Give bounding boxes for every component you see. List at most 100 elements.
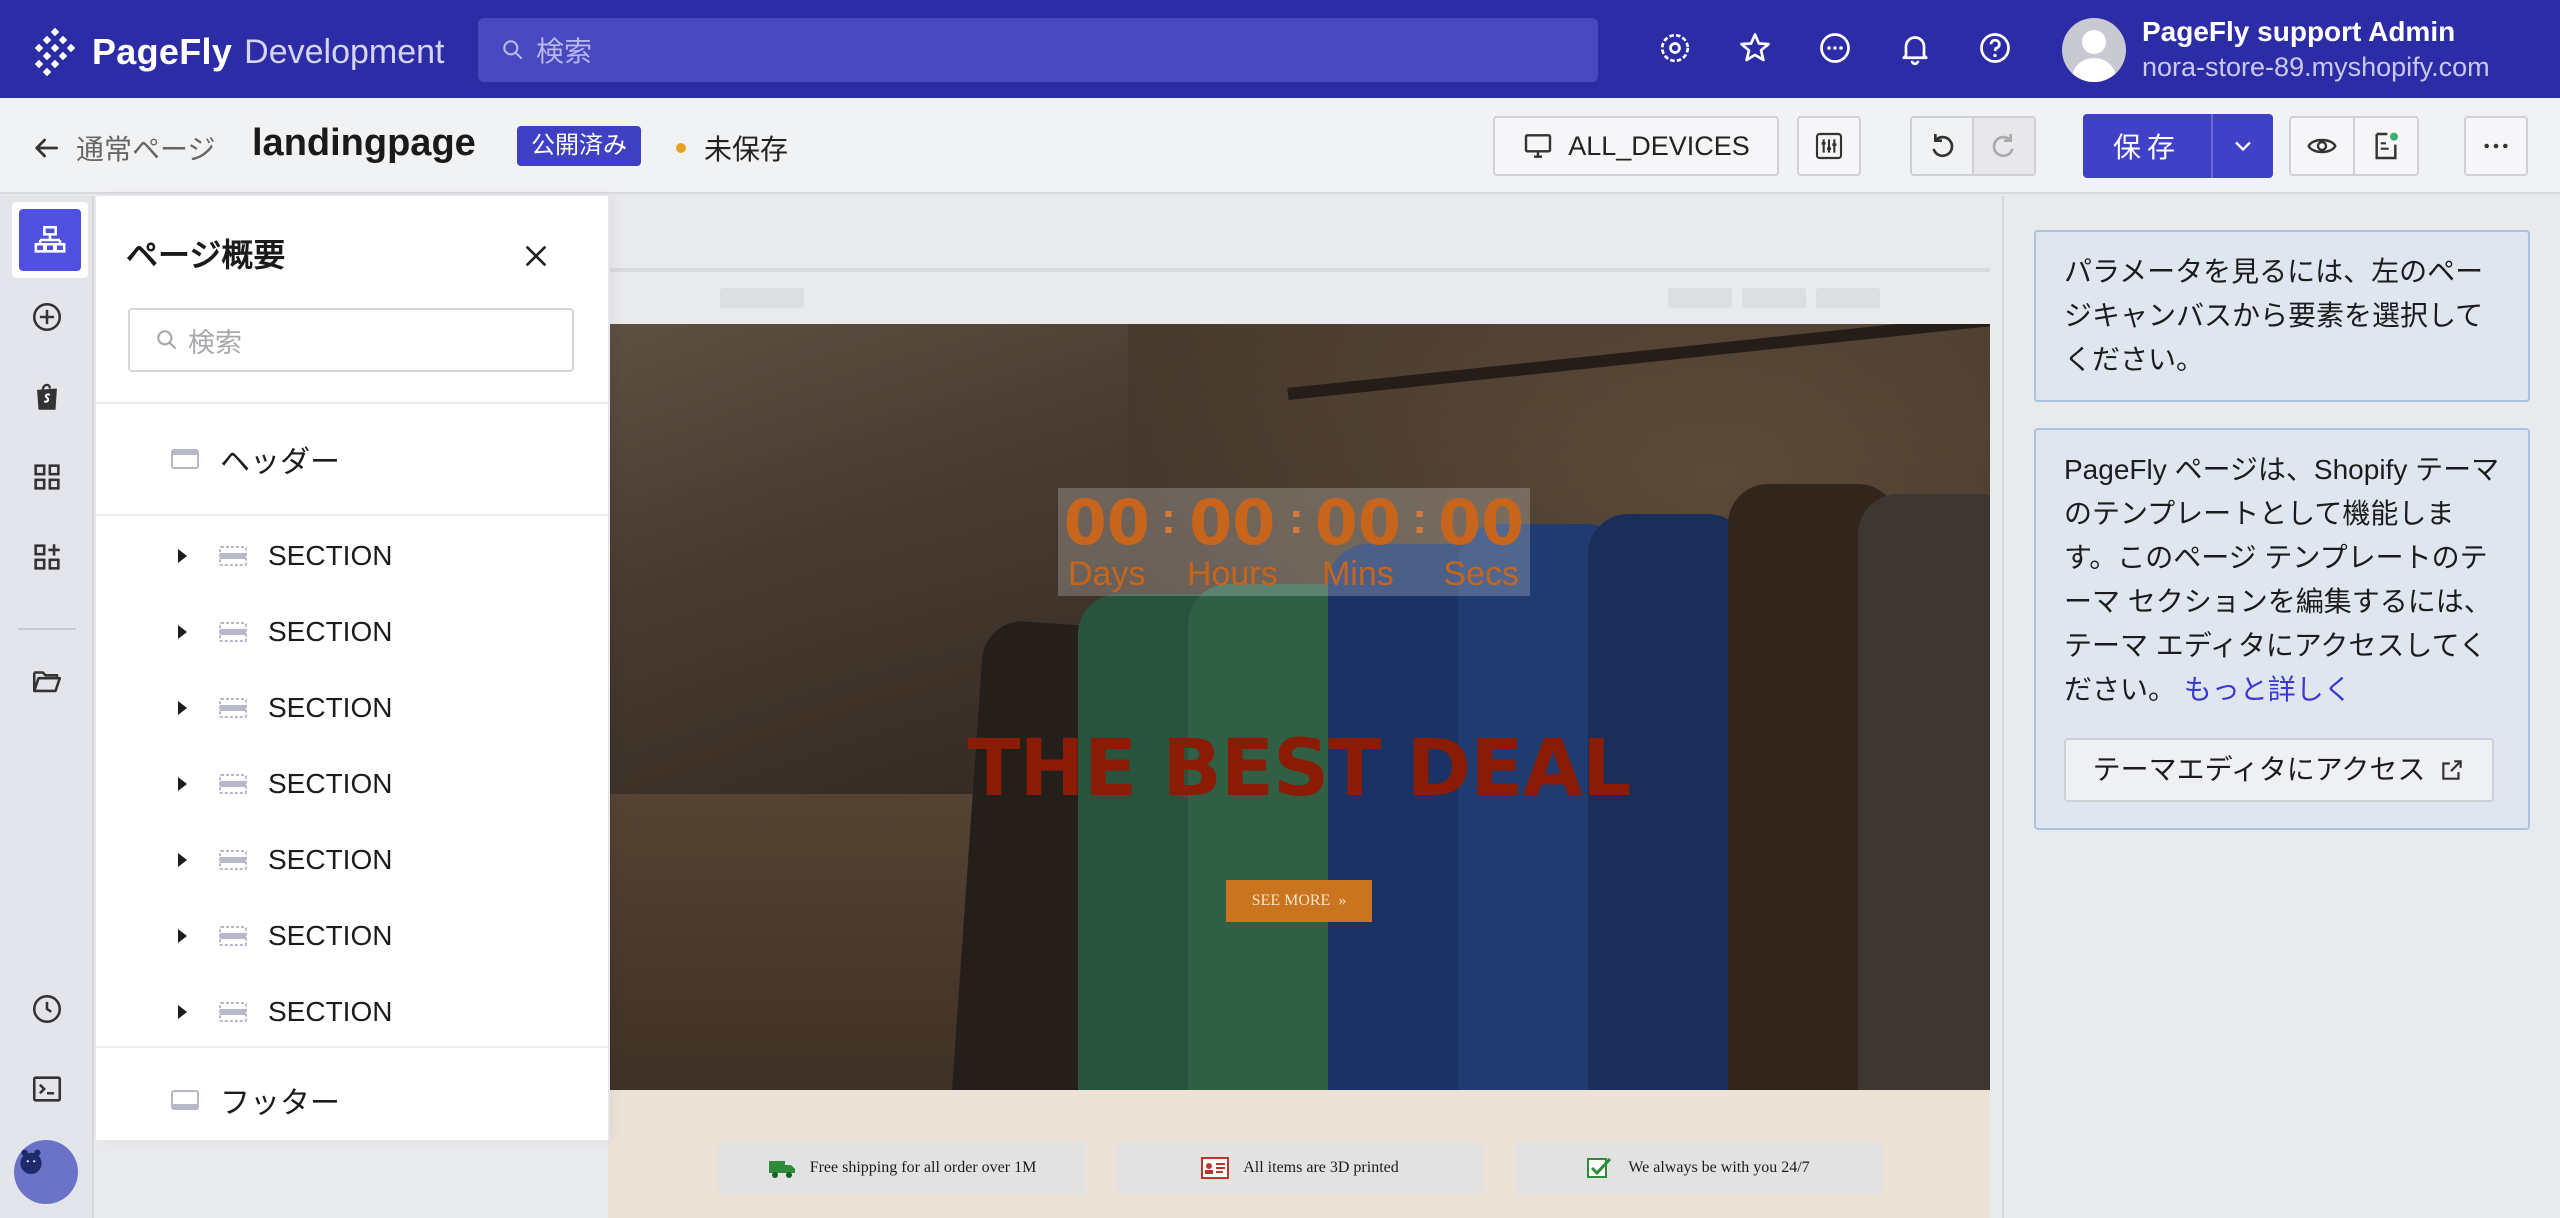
outline-search-placeholder: 検索 [188, 327, 242, 358]
feature-shipping-text: Free shipping for all order over 1M [809, 1159, 1037, 1176]
timer-separator: : [1412, 494, 1427, 543]
notifications-button[interactable] [1895, 28, 1935, 68]
theme-editor-access-button[interactable]: テーマエディタにアクセス [2064, 738, 2494, 802]
pagefly-logo-icon [34, 27, 76, 77]
preview-button[interactable] [2291, 118, 2353, 174]
mascot-avatar[interactable] [14, 1140, 78, 1204]
tree-item-section[interactable]: SECTION [96, 594, 608, 670]
outline-search-input[interactable]: 検索 [128, 308, 574, 372]
device-selector-button[interactable]: ALL_DEVICES [1493, 116, 1779, 176]
hero-overlay [608, 324, 1990, 1090]
caret-right-icon[interactable] [172, 622, 192, 642]
store-header-placeholder [1668, 288, 1732, 308]
user-account-menu[interactable]: PageFly support Admin nora-store-89.mysh… [2062, 16, 2490, 83]
tree-item-footer[interactable]: フッター [96, 1062, 608, 1138]
feature-shipping[interactable]: Free shipping for all order over 1M [718, 1142, 1086, 1194]
learn-more-link[interactable]: もっと詳しく [2184, 674, 2352, 705]
page-settings-button[interactable] [1797, 116, 1861, 176]
favorites-button[interactable] [1735, 28, 1775, 68]
redo-button[interactable] [1972, 118, 2034, 174]
hero-section[interactable]: 00 Days : 00 Hours : 00 Mins : 00 Secs T… [608, 324, 1990, 1090]
tree-item-section[interactable]: SECTION [96, 898, 608, 974]
undo-icon [1932, 134, 1954, 158]
caret-right-icon[interactable] [172, 926, 192, 946]
store-header-placeholder [1816, 288, 1880, 308]
feature-printed-text: All items are 3D printed [1243, 1159, 1399, 1176]
templates-tool[interactable] [24, 454, 70, 500]
tree-item-section[interactable]: SECTION [96, 746, 608, 822]
shopify-elements-tool[interactable] [24, 374, 70, 420]
tree-item-section[interactable]: SECTION [96, 974, 608, 1050]
section-block-icon [219, 774, 247, 794]
custom-code-tool[interactable] [24, 1066, 70, 1112]
global-search-input[interactable]: 検索 [478, 18, 1598, 82]
caret-right-icon[interactable] [172, 546, 192, 566]
timer-hours-label: Hours [1186, 555, 1278, 593]
help-button[interactable] [1975, 28, 2015, 68]
user-name: PageFly support Admin [2142, 16, 2456, 47]
store-header-placeholder [1742, 288, 1806, 308]
features-section[interactable]: Free shipping for all order over 1M All … [608, 1090, 1990, 1218]
sitemap-icon [34, 225, 66, 253]
undo-button[interactable] [1912, 118, 1972, 174]
timer-separator: : [1288, 494, 1304, 543]
timer-mins: 00 Mins [1315, 488, 1401, 594]
pagefly-logo[interactable]: PageFly Development [30, 26, 445, 78]
timer-mins-label: Mins [1321, 555, 1394, 593]
section-block-icon [219, 926, 247, 946]
see-more-button[interactable]: SEE MORE » [1226, 880, 1372, 922]
tree-item-header[interactable]: ヘッダー [96, 421, 608, 497]
section-block-icon [219, 1002, 247, 1022]
tree-item-section[interactable]: SECTION [96, 670, 608, 746]
info-text: PageFly ページは、Shopify テーマのテンプレートとして機能します。… [2064, 454, 2500, 705]
close-icon[interactable] [520, 240, 552, 272]
back-to-pages-link[interactable]: 通常ページ [30, 128, 215, 168]
apps-tool[interactable] [24, 534, 70, 580]
tree-item-label: SECTION [268, 996, 393, 1027]
save-options-dropdown[interactable] [2211, 114, 2273, 178]
add-element-tool[interactable] [24, 294, 70, 340]
unsaved-indicator: 未保存 [676, 128, 788, 168]
page-title: landingpage [252, 122, 476, 164]
settings-gear-button[interactable] [1655, 28, 1695, 68]
chat-button[interactable] [1815, 28, 1855, 68]
search-icon [157, 330, 177, 350]
save-button[interactable]: 保存 [2083, 114, 2211, 178]
bear-mascot-icon [20, 1149, 42, 1174]
desktop-icon [1525, 134, 1552, 158]
shopify-bag-icon [37, 383, 57, 410]
caret-right-icon[interactable] [172, 850, 192, 870]
page-outline-panel: ページ概要 検索 ヘッダー フッター SECTION SECTION SECTION… [96, 196, 610, 1140]
feature-support-text: We always be with you 24/7 [1628, 1159, 1810, 1176]
left-tool-rail [0, 196, 94, 1218]
timer-mins-value: 00 [1314, 486, 1401, 559]
caret-right-icon[interactable] [172, 698, 192, 718]
id-card-icon [1201, 1157, 1230, 1179]
settings-gear-icon [1660, 33, 1690, 63]
timer-secs-value: 00 [1438, 486, 1525, 559]
feature-printed[interactable]: All items are 3D printed [1116, 1142, 1484, 1194]
page-outline-tool[interactable] [12, 202, 88, 278]
sliders-icon [1815, 132, 1843, 160]
timer-secs: 00 Secs [1438, 488, 1524, 594]
countdown-timer[interactable]: 00 Days : 00 Hours : 00 Mins : 00 Secs [1058, 488, 1530, 596]
media-library-tool[interactable] [24, 658, 70, 704]
publish-status-button[interactable] [2353, 118, 2417, 174]
undo-redo-group [1910, 116, 2036, 176]
caret-right-icon[interactable] [172, 1002, 192, 1022]
hint-text: パラメータを見るには、左のページキャンバスから要素を選択してください。 [2064, 256, 2484, 375]
history-tool[interactable] [24, 986, 70, 1032]
feature-support[interactable]: We always be with you 24/7 [1514, 1142, 1882, 1194]
timer-days-label: Days [1068, 555, 1146, 593]
store-header-placeholder [720, 288, 804, 308]
more-options-button[interactable] [2464, 116, 2528, 176]
tree-item-section[interactable]: SECTION [96, 822, 608, 898]
top-navigation-bar: PageFly Development 検索 PageFly support A… [0, 0, 2560, 98]
caret-right-icon[interactable] [172, 774, 192, 794]
tree-item-label: SECTION [268, 844, 393, 875]
tree-item-section[interactable]: SECTION [96, 518, 608, 594]
back-link-label: 通常ページ [76, 134, 216, 165]
canvas-header-line [608, 268, 1990, 272]
hero-heading[interactable]: THE BEST DEAL [608, 724, 1990, 814]
star-icon [1740, 33, 1770, 62]
